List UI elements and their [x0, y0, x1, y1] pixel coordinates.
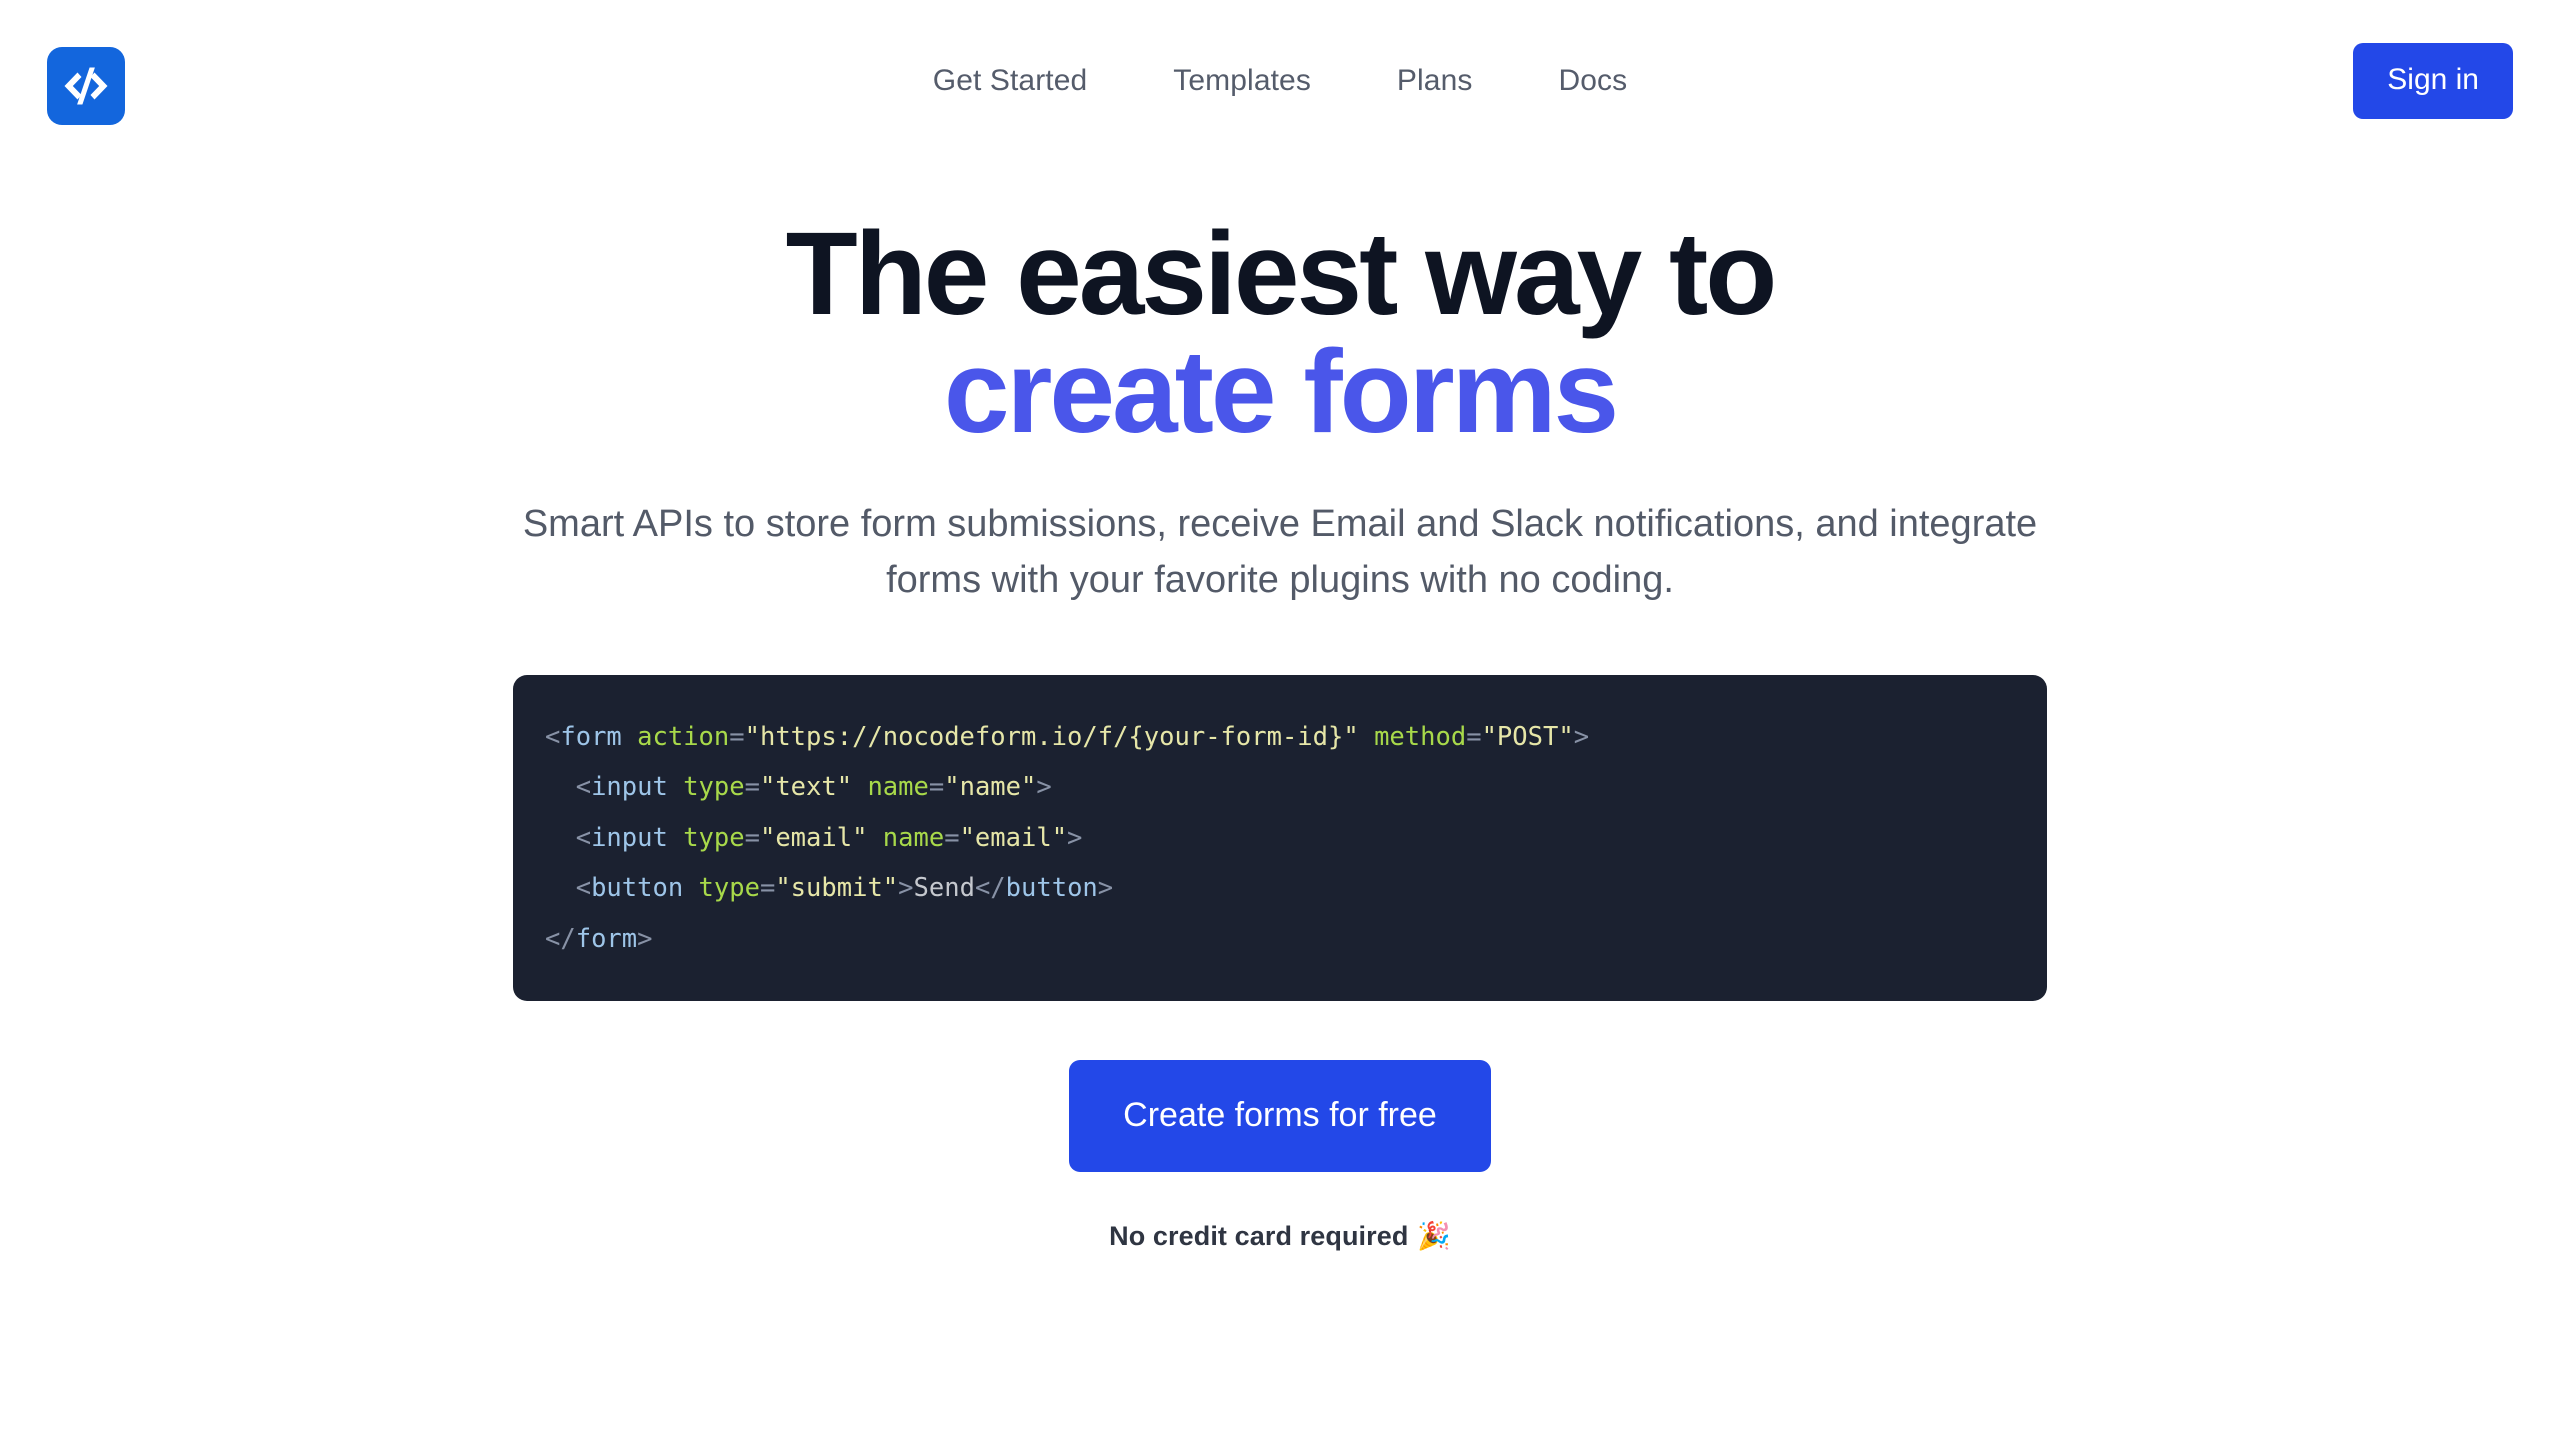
- code-sample-block: <form action="https://nocodeform.io/f/{y…: [545, 713, 2015, 966]
- code-token-tag: input: [591, 772, 668, 803]
- code-token-punc: </: [974, 873, 1006, 904]
- nav-item-get-started[interactable]: Get Started: [905, 58, 1116, 104]
- page-title-line-2: create forms: [943, 326, 1619, 458]
- code-token-punc: [622, 722, 637, 752]
- code-token-punc: [683, 873, 698, 903]
- party-popper-icon: 🎉: [1417, 1221, 1451, 1253]
- code-token-attr: name: [867, 772, 929, 803]
- code-token-punc: >: [1573, 721, 1590, 752]
- code-token-tag: form: [560, 721, 622, 752]
- code-token-punc: <: [545, 721, 561, 752]
- page-title-line-1: The easiest way to: [785, 208, 1778, 340]
- code-token-punc: =: [729, 721, 745, 752]
- site-header: Get Started Templates Plans Docs Sign in: [0, 0, 2560, 180]
- code-sample-card: <form action="https://nocodeform.io/f/{y…: [513, 674, 2047, 1002]
- code-token-punc: <: [545, 772, 592, 803]
- code-token-val: "https://nocodeform.io/f/{your-form-id}": [744, 721, 1359, 752]
- code-token-attr: action: [637, 721, 730, 752]
- code-token-punc: =: [928, 772, 945, 803]
- nav-item-templates[interactable]: Templates: [1145, 58, 1339, 104]
- code-token-punc: >: [898, 873, 914, 904]
- code-token-tag: button: [591, 873, 684, 904]
- nav-item-docs[interactable]: Docs: [1530, 58, 1655, 104]
- code-token-attr: type: [698, 873, 760, 904]
- code-token-tag: input: [591, 822, 668, 853]
- code-token-punc: >: [637, 923, 653, 954]
- code-token-attr: method: [1374, 721, 1467, 752]
- code-token-punc: [852, 772, 867, 802]
- code-token-tag: button: [1005, 873, 1098, 904]
- create-forms-button[interactable]: Create forms for free: [1069, 1060, 1491, 1173]
- no-credit-card-label: No credit card required: [1109, 1221, 1409, 1252]
- brand-logo[interactable]: [47, 47, 125, 125]
- code-token-val: "email": [759, 822, 868, 853]
- code-token-punc: =: [1466, 721, 1482, 752]
- code-token-punc: >: [1067, 822, 1083, 853]
- code-token-punc: </: [545, 923, 576, 954]
- code-token-punc: <: [545, 822, 592, 853]
- code-token-punc: =: [744, 822, 760, 853]
- code-token-punc: [668, 772, 683, 802]
- code-token-punc: [867, 823, 882, 853]
- code-token-punc: <: [545, 873, 592, 904]
- code-brackets-icon: [60, 60, 112, 112]
- code-token-text: Send: [913, 873, 975, 904]
- code-token-punc: =: [744, 772, 760, 803]
- code-token-val: "POST": [1481, 721, 1574, 752]
- code-token-val: "email": [959, 822, 1068, 853]
- hero-subtitle: Smart APIs to store form submissions, re…: [522, 503, 2038, 601]
- no-credit-card-note: No credit card required 🎉: [0, 1220, 2560, 1252]
- code-token-tag: form: [575, 923, 638, 954]
- code-token-punc: [1359, 722, 1374, 752]
- code-token-val: "text": [759, 772, 853, 803]
- code-token-punc: =: [759, 873, 776, 904]
- code-token-attr: type: [683, 772, 745, 803]
- code-token-punc: =: [944, 822, 960, 853]
- code-sample-content: <form action="https://nocodeform.io/f/{y…: [545, 722, 1589, 954]
- code-token-punc: >: [1036, 772, 1052, 803]
- nav-item-plans[interactable]: Plans: [1369, 58, 1501, 104]
- code-token-attr: type: [683, 822, 745, 853]
- code-token-val: "name": [944, 772, 1037, 803]
- sign-in-button[interactable]: Sign in: [2353, 43, 2513, 119]
- cta-section: Create forms for free No credit card req…: [0, 1001, 2560, 1252]
- code-token-val: "submit": [775, 873, 899, 904]
- code-token-punc: >: [1097, 873, 1114, 904]
- page-title: The easiest way to create forms: [0, 215, 2560, 451]
- hero-section: The easiest way to create forms Smart AP…: [0, 180, 2560, 1252]
- code-token-attr: name: [882, 822, 945, 853]
- main-nav: Get Started Templates Plans Docs: [905, 58, 1655, 104]
- code-token-punc: [668, 823, 683, 853]
